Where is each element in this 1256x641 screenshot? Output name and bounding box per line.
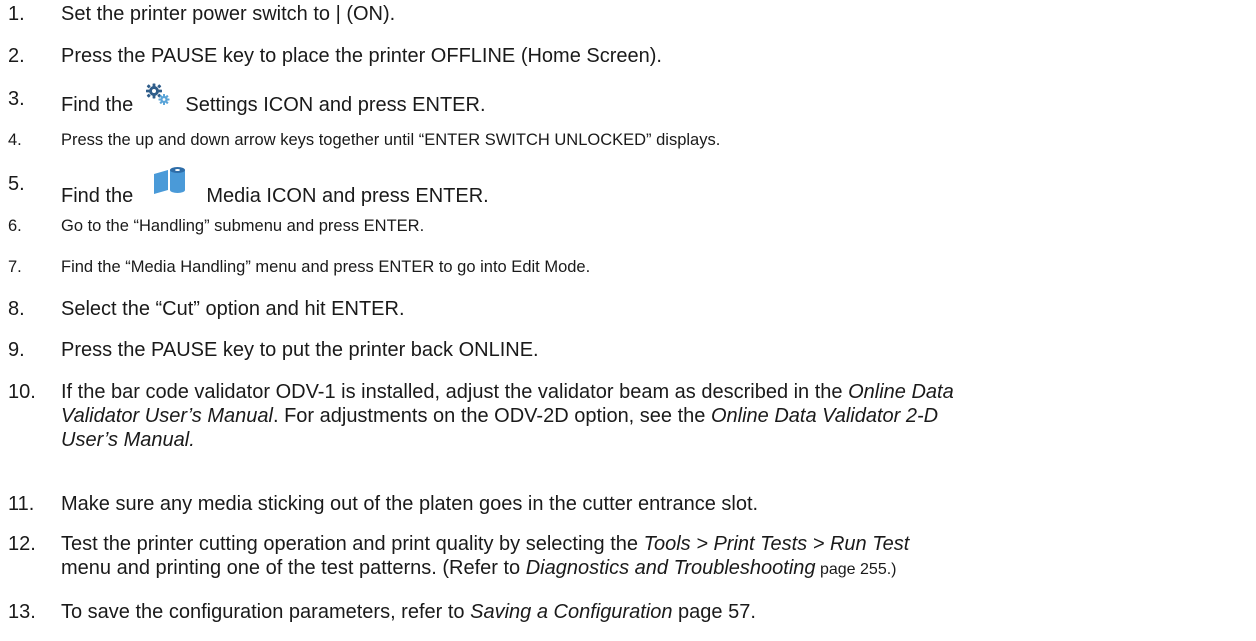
manual-title: Validator User’s Manual [61,405,273,427]
reference-title: Diagnostics and Troubleshooting [525,557,816,579]
step-text-pre: Find the [61,94,134,116]
step-text: Make sure any media sticking out of the … [61,493,759,515]
step-number: 7. [8,258,22,276]
step-text-pre: Find the [61,185,134,207]
step-text: To save the configuration parameters, re… [61,601,756,623]
step-text: Find the “Media Handling” menu and press… [61,258,591,276]
step-number: 1. [8,3,25,25]
manual-title: User’s Manual. [61,429,195,451]
step-text: Find the Settings ICON and press ENTER. [61,83,486,117]
step-number: 2. [8,45,25,67]
step-text: Go to the “Handling” submenu and press E… [61,217,425,235]
manual-title: Online Data [848,381,954,403]
step-text: Press the PAUSE key to place the printer… [61,45,662,67]
step-number: 9. [8,339,25,361]
step-text-post: Settings ICON and press ENTER. [185,94,486,116]
settings-gear-icon [145,83,171,107]
step-text: Set the printer power switch to | (ON). [61,3,396,25]
step-number: 8. [8,298,25,320]
menu-path: Tools > Print Tests > Run Test [643,533,910,555]
step-number: 11. [8,493,35,515]
step-text: Find the Media ICON and press ENTER. [61,167,489,208]
step-number: 6. [8,217,22,235]
step-text: Press the up and down arrow keys togethe… [61,131,721,149]
reference-title: Saving a Configuration [470,601,673,623]
step-number: 13. [8,601,36,623]
step-number: 4. [8,131,22,149]
manual-title: Online Data Validator 2-D [710,405,939,427]
step-number: 5. [8,173,25,195]
step-number: 10. [8,381,36,403]
step-text: If the bar code validator ODV-1 is insta… [61,381,954,451]
step-number: 12. [8,533,36,555]
step-text: Test the printer cutting operation and p… [61,533,910,579]
step-text: Press the PAUSE key to put the printer b… [61,339,539,361]
step-text-post: Media ICON and press ENTER. [206,185,489,207]
step-number: 3. [8,88,25,110]
step-text: Select the “Cut” option and hit ENTER. [61,298,405,320]
media-roll-icon [151,166,189,196]
